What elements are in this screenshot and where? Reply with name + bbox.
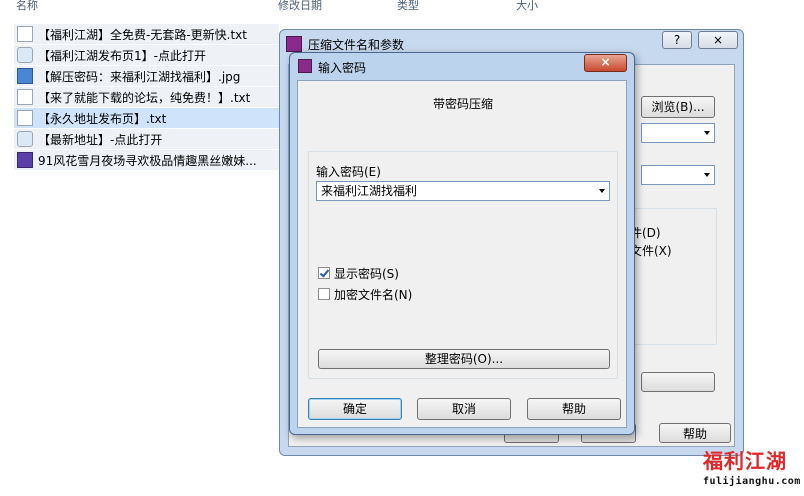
password-dialog: 输入密码 × 带密码压缩 输入密码(E) 来福利江湖找福利 显示密码(S) 加密… bbox=[289, 52, 635, 435]
column-modified[interactable]: 修改日期 bbox=[278, 0, 322, 13]
chevron-down-icon bbox=[599, 189, 605, 193]
file-name: 【最新地址】-点此打开 bbox=[38, 132, 163, 147]
cancel-button[interactable]: 取消 bbox=[417, 398, 511, 420]
archive-options-group: 件(D) 文件(X) bbox=[629, 208, 717, 345]
column-name[interactable]: 名称 bbox=[16, 0, 38, 13]
shortcut-icon bbox=[17, 131, 33, 147]
options-button[interactable] bbox=[641, 372, 715, 392]
chevron-down-icon bbox=[704, 173, 710, 177]
text-file-icon bbox=[17, 26, 33, 42]
dialog-title: 压缩文件名和参数 bbox=[308, 38, 405, 52]
browse-button[interactable]: 浏览(B)... bbox=[641, 96, 715, 118]
column-size[interactable]: 大小 bbox=[516, 0, 538, 13]
dialog-body: 带密码压缩 输入密码(E) 来福利江湖找福利 显示密码(S) 加密文件名(N) … bbox=[297, 80, 627, 428]
dialog-title: 输入密码 bbox=[318, 61, 367, 75]
help-caption-button[interactable]: ? bbox=[662, 31, 692, 49]
file-item[interactable]: 【福利江湖发布页1】-点此打开 bbox=[14, 45, 279, 66]
password-input[interactable]: 来福利江湖找福利 bbox=[316, 181, 610, 201]
password-value: 来福利江湖找福利 bbox=[321, 184, 418, 198]
chevron-down-icon bbox=[704, 131, 710, 135]
text-file-icon bbox=[17, 89, 33, 105]
shortcut-icon bbox=[17, 47, 33, 63]
winrar-icon bbox=[286, 36, 302, 52]
show-password-checkbox[interactable] bbox=[318, 267, 330, 279]
close-button[interactable]: × bbox=[584, 54, 627, 72]
encrypt-names-checkbox[interactable] bbox=[318, 288, 330, 300]
video-file-icon bbox=[17, 152, 33, 168]
watermark-brand: 福利江湖 bbox=[703, 449, 787, 473]
file-name: 【福利江湖】全免费-无套路-更新快.txt bbox=[38, 27, 247, 42]
watermark-url: fulijianghu.com bbox=[703, 476, 801, 487]
file-item[interactable]: 【福利江湖】全免费-无套路-更新快.txt bbox=[14, 24, 279, 45]
column-type[interactable]: 类型 bbox=[397, 0, 419, 13]
ok-button[interactable]: 确定 bbox=[308, 398, 402, 420]
show-password-label[interactable]: 显示密码(S) bbox=[334, 265, 399, 282]
watermark: 福利江湖 fulijianghu.com bbox=[703, 450, 801, 487]
password-label: 输入密码(E) bbox=[316, 165, 381, 179]
help-button[interactable]: 帮助 bbox=[527, 398, 621, 420]
help-button[interactable]: 帮助 bbox=[659, 423, 731, 443]
close-caption-button[interactable]: × bbox=[698, 31, 738, 49]
text-file-icon bbox=[17, 110, 33, 126]
file-item[interactable]: 【最新地址】-点此打开 bbox=[14, 129, 279, 150]
file-item[interactable]: 【解压密码：来福利江湖找福利】.jpg bbox=[14, 66, 279, 87]
update-mode-select[interactable] bbox=[641, 123, 715, 143]
image-file-icon bbox=[17, 68, 33, 84]
organize-passwords-button[interactable]: 整理密码(O)... bbox=[318, 349, 610, 369]
file-name: 【福利江湖发布页1】-点此打开 bbox=[38, 48, 206, 63]
file-name: 91风花雪月夜场寻欢极品情趣黑丝嫩妹... bbox=[38, 153, 257, 168]
winrar-icon bbox=[298, 59, 312, 73]
encrypt-names-label[interactable]: 加密文件名(N) bbox=[334, 286, 412, 303]
file-name: 【来了就能下载的论坛，纯免费！】.txt bbox=[38, 90, 251, 105]
file-item[interactable]: 91风花雪月夜场寻欢极品情趣黑丝嫩妹... bbox=[14, 150, 279, 171]
compression-select[interactable] bbox=[641, 165, 715, 185]
dialog-heading: 带密码压缩 bbox=[432, 97, 493, 111]
option-x-label[interactable]: 文件(X) bbox=[630, 242, 672, 259]
file-item[interactable]: 【来了就能下载的论坛，纯免费！】.txt bbox=[14, 87, 279, 108]
file-name: 【永久地址发布页】.txt bbox=[38, 111, 167, 126]
column-header: 名称 修改日期 类型 大小 bbox=[0, 0, 590, 12]
file-item[interactable]: 【永久地址发布页】.txt bbox=[14, 108, 279, 129]
file-name: 【解压密码：来福利江湖找福利】.jpg bbox=[38, 69, 241, 84]
